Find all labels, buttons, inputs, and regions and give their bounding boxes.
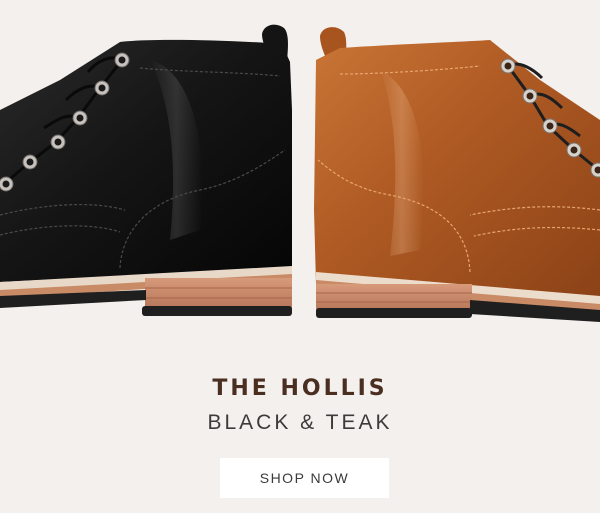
teak-boot-image: [314, 27, 600, 322]
black-boot-image: [0, 24, 292, 316]
product-title: THE HOLLIS: [212, 376, 388, 401]
product-variants: BLACK & TEAK: [207, 411, 393, 434]
product-copy: THE HOLLIS BLACK & TEAK: [0, 372, 600, 440]
hero-image: [0, 0, 600, 340]
boots-photo: [0, 24, 600, 322]
shop-now-button[interactable]: SHOP NOW: [220, 458, 389, 498]
